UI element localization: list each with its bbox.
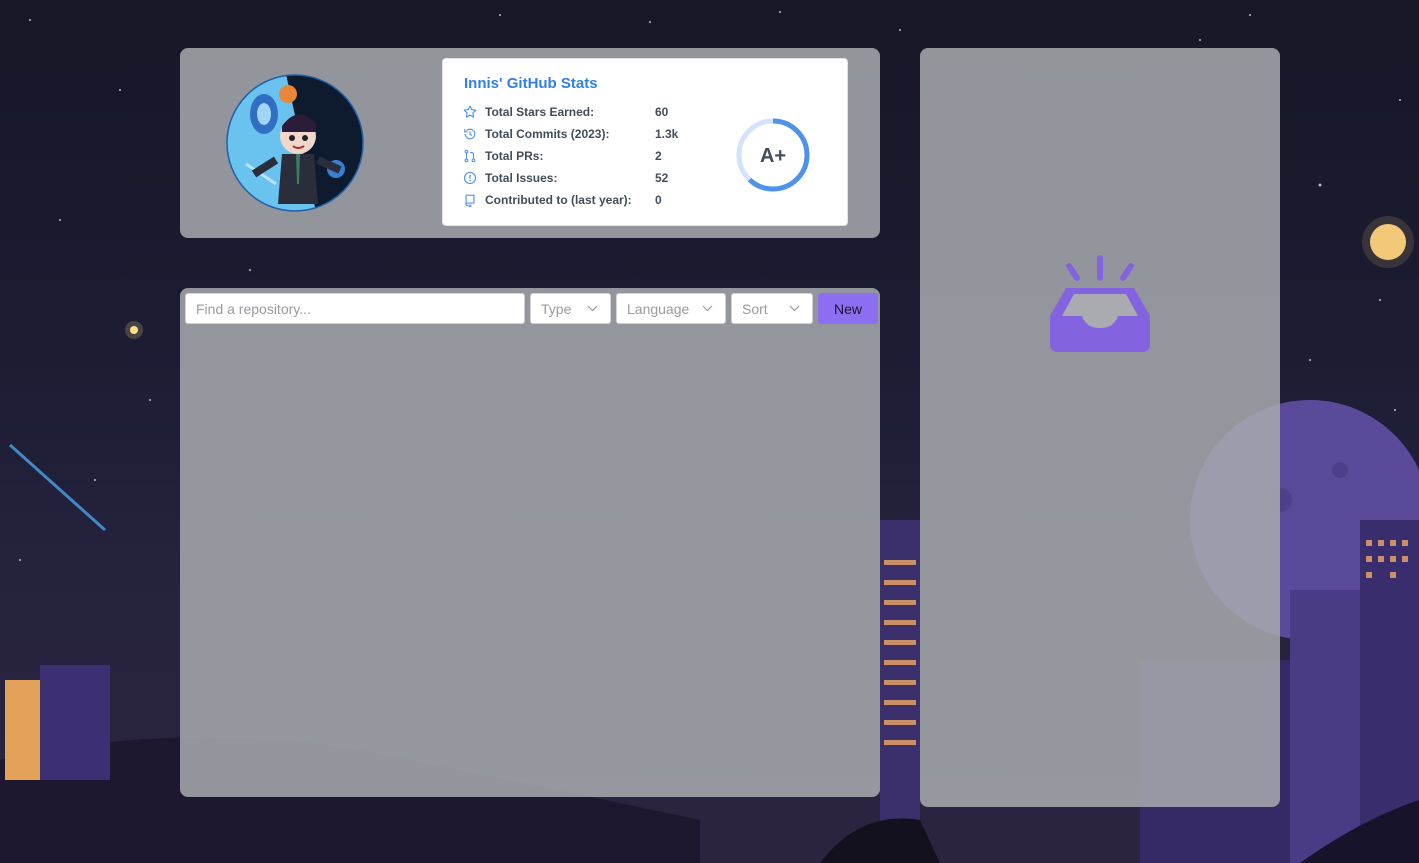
inbox-icon bbox=[1050, 255, 1150, 352]
chevron-down-icon bbox=[587, 305, 598, 312]
pull-request-icon bbox=[464, 149, 476, 163]
side-panel bbox=[920, 48, 1280, 807]
chevron-down-icon bbox=[702, 305, 713, 312]
star-icon bbox=[463, 105, 477, 118]
stat-value-contributed: 0 bbox=[655, 193, 662, 207]
stat-value-stars: 60 bbox=[655, 105, 669, 119]
type-dropdown-label: Type bbox=[541, 300, 572, 317]
stat-label: Total Stars Earned: bbox=[485, 105, 595, 119]
octocat-avatar bbox=[226, 74, 364, 212]
stat-row-commits: Total Commits (2023): bbox=[463, 124, 609, 144]
language-dropdown-label: Language bbox=[627, 300, 690, 317]
stat-value-commits: 1.3k bbox=[655, 127, 679, 141]
new-repository-button[interactable]: New bbox=[818, 293, 878, 324]
sort-dropdown-label: Sort bbox=[742, 300, 768, 317]
chevron-down-icon bbox=[789, 305, 800, 312]
rank-circle: A+ bbox=[736, 118, 810, 192]
rank-grade: A+ bbox=[760, 145, 786, 167]
sort-dropdown[interactable]: Sort bbox=[731, 293, 813, 324]
language-dropdown[interactable]: Language bbox=[616, 293, 726, 324]
repo-icon bbox=[465, 194, 475, 207]
stats-card-title: Innis' GitHub Stats bbox=[464, 75, 598, 92]
stat-row-contributed: Contributed to (last year): bbox=[463, 190, 632, 210]
stat-value-issues: 52 bbox=[655, 171, 669, 185]
stat-row-issues: Total Issues: bbox=[463, 168, 557, 188]
repository-search-input[interactable] bbox=[196, 300, 524, 317]
type-dropdown[interactable]: Type bbox=[530, 293, 611, 324]
repository-panel bbox=[180, 288, 880, 797]
history-icon bbox=[464, 128, 476, 140]
stat-label: Total Commits (2023): bbox=[485, 127, 610, 141]
github-stats-card: Innis' GitHub Stats Total Stars Earned: … bbox=[442, 58, 848, 226]
stat-row-prs: Total PRs: bbox=[463, 146, 543, 166]
repository-search[interactable] bbox=[185, 293, 525, 324]
stat-value-prs: 2 bbox=[655, 149, 662, 163]
stat-label: Total PRs: bbox=[485, 149, 544, 163]
stat-label: Total Issues: bbox=[485, 171, 558, 185]
stat-row-stars: Total Stars Earned: bbox=[463, 102, 594, 122]
stat-label: Contributed to (last year): bbox=[485, 193, 632, 207]
issue-icon bbox=[463, 171, 477, 185]
